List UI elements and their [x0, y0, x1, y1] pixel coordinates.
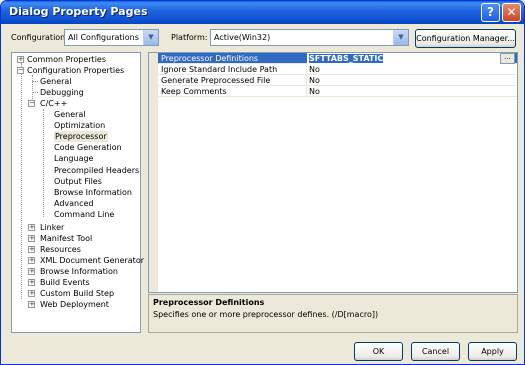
expand-icon[interactable]: + [28, 301, 35, 308]
tree-item-precompiled-headers[interactable]: Precompiled Headers [54, 165, 139, 176]
description-text: Specifies one or more preprocessor defin… [153, 310, 379, 319]
tree-item-browse-information[interactable]: Browse Information [54, 187, 132, 198]
apply-button[interactable]: Apply [468, 342, 517, 361]
tree-item-manifest-tool[interactable]: Manifest Tool [40, 233, 92, 244]
expand-icon[interactable]: + [17, 56, 24, 63]
chevron-down-icon[interactable]: ▼ [143, 30, 158, 45]
tree-item-general[interactable]: General [40, 76, 72, 87]
tree-item-preprocessor[interactable]: Preprocessor [54, 131, 108, 142]
property-value[interactable]: No [309, 75, 320, 86]
ok-button[interactable]: OK [354, 342, 403, 361]
expand-icon[interactable]: + [28, 246, 35, 253]
tree-item-language[interactable]: Language [54, 153, 93, 164]
tree-item-configuration-properties[interactable]: Configuration Properties [27, 65, 124, 76]
property-grid[interactable]: Preprocessor Definitions SFTTABS_STATIC … [148, 52, 518, 293]
close-icon[interactable]: ✕ [502, 3, 521, 22]
table-row[interactable]: Preprocessor Definitions SFTTABS_STATIC [158, 53, 517, 64]
expand-icon[interactable]: + [28, 268, 35, 275]
tree-item-web-deployment[interactable]: Web Deployment [40, 299, 109, 310]
collapse-icon[interactable]: − [28, 100, 35, 107]
tree-item-resources[interactable]: Resources [40, 244, 81, 255]
table-row[interactable]: Keep Comments No [158, 86, 517, 97]
tree-item-command-line[interactable]: Command Line [54, 209, 114, 220]
tree-item-custom-build-step[interactable]: Custom Build Step [40, 288, 114, 299]
table-row[interactable]: Generate Preprocessed File No [158, 75, 517, 86]
ellipsis-button[interactable]: ... [500, 53, 515, 64]
expand-icon[interactable]: + [28, 290, 35, 297]
tree-item-xml-document-generator[interactable]: XML Document Generator [40, 255, 144, 266]
tree-item-advanced[interactable]: Advanced [54, 198, 94, 209]
platform-select[interactable]: Active(Win32) ▼ [210, 29, 409, 46]
window-title: Dialog Property Pages [9, 5, 148, 18]
property-value: SFTTABS_STATIC [309, 54, 384, 63]
property-value[interactable]: No [309, 86, 320, 97]
configuration-select[interactable]: All Configurations ▼ [64, 29, 159, 46]
tree-item-cpp[interactable]: C/C++ [40, 98, 67, 109]
tree-item-browse-information-2[interactable]: Browse Information [40, 266, 118, 277]
chevron-down-icon[interactable]: ▼ [393, 30, 408, 45]
property-name: Keep Comments [161, 87, 227, 96]
platform-value: Active(Win32) [214, 33, 271, 42]
configuration-label: Configuration: [11, 33, 68, 42]
tree-item-debugging[interactable]: Debugging [40, 87, 84, 98]
tree-item-code-generation[interactable]: Code Generation [54, 142, 122, 153]
expand-icon[interactable]: + [28, 257, 35, 264]
tree-item-optimization[interactable]: Optimization [54, 120, 105, 131]
title-bar: Dialog Property Pages ? ✕ [1, 1, 524, 24]
expand-icon[interactable]: + [28, 279, 35, 286]
description-panel: Preprocessor Definitions Specifies one o… [148, 294, 518, 333]
expand-icon[interactable]: + [28, 235, 35, 242]
configuration-value: All Configurations [68, 33, 139, 42]
platform-label: Platform: [171, 33, 208, 42]
expand-icon[interactable]: + [28, 224, 35, 231]
collapse-icon[interactable]: − [17, 67, 24, 74]
tree-item-common-properties[interactable]: Common Properties [27, 54, 106, 65]
property-value[interactable]: No [309, 64, 320, 75]
tree-item-build-events[interactable]: Build Events [40, 277, 90, 288]
description-title: Preprocessor Definitions [153, 298, 265, 307]
table-row[interactable]: Ignore Standard Include Path No [158, 64, 517, 75]
help-icon[interactable]: ? [481, 3, 500, 22]
configuration-manager-button[interactable]: Configuration Manager... [415, 29, 516, 48]
tree-item-linker[interactable]: Linker [40, 222, 64, 233]
grid-gutter [149, 53, 158, 292]
property-tree[interactable]: + Common Properties − Configuration Prop… [11, 52, 144, 333]
cancel-button[interactable]: Cancel [411, 342, 460, 361]
property-value-input[interactable]: SFTTABS_STATIC [307, 53, 515, 64]
property-name: Ignore Standard Include Path [161, 65, 278, 74]
tree-item-cpp-general[interactable]: General [54, 109, 86, 120]
tree-item-output-files[interactable]: Output Files [54, 176, 102, 187]
property-name: Generate Preprocessed File [161, 76, 271, 85]
dialog-window: Dialog Property Pages ? ✕ Configuration:… [0, 0, 525, 365]
property-name: Preprocessor Definitions [161, 54, 259, 63]
